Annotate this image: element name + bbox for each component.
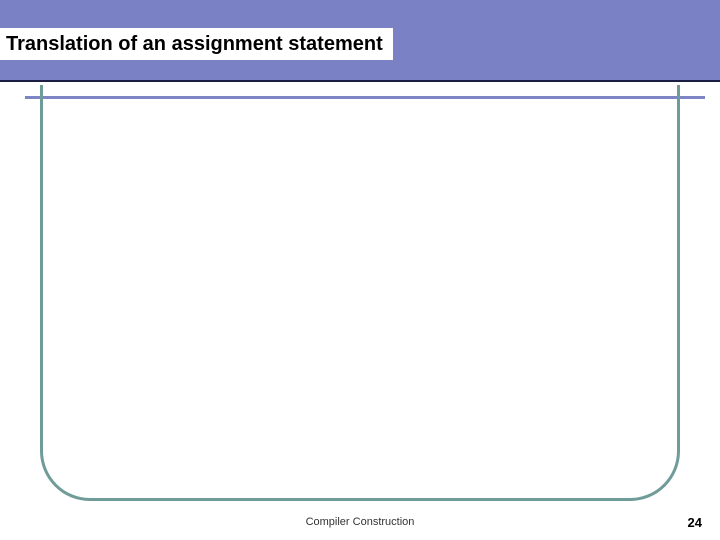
title-block: Translation of an assignment statement	[0, 28, 393, 60]
slide-title: Translation of an assignment statement	[6, 32, 383, 56]
footer-text: Compiler Construction	[0, 516, 720, 528]
page-number: 24	[688, 515, 702, 530]
content-frame	[40, 85, 680, 501]
slide: Translation of an assignment statement C…	[0, 0, 720, 540]
divider-dark	[0, 80, 720, 82]
